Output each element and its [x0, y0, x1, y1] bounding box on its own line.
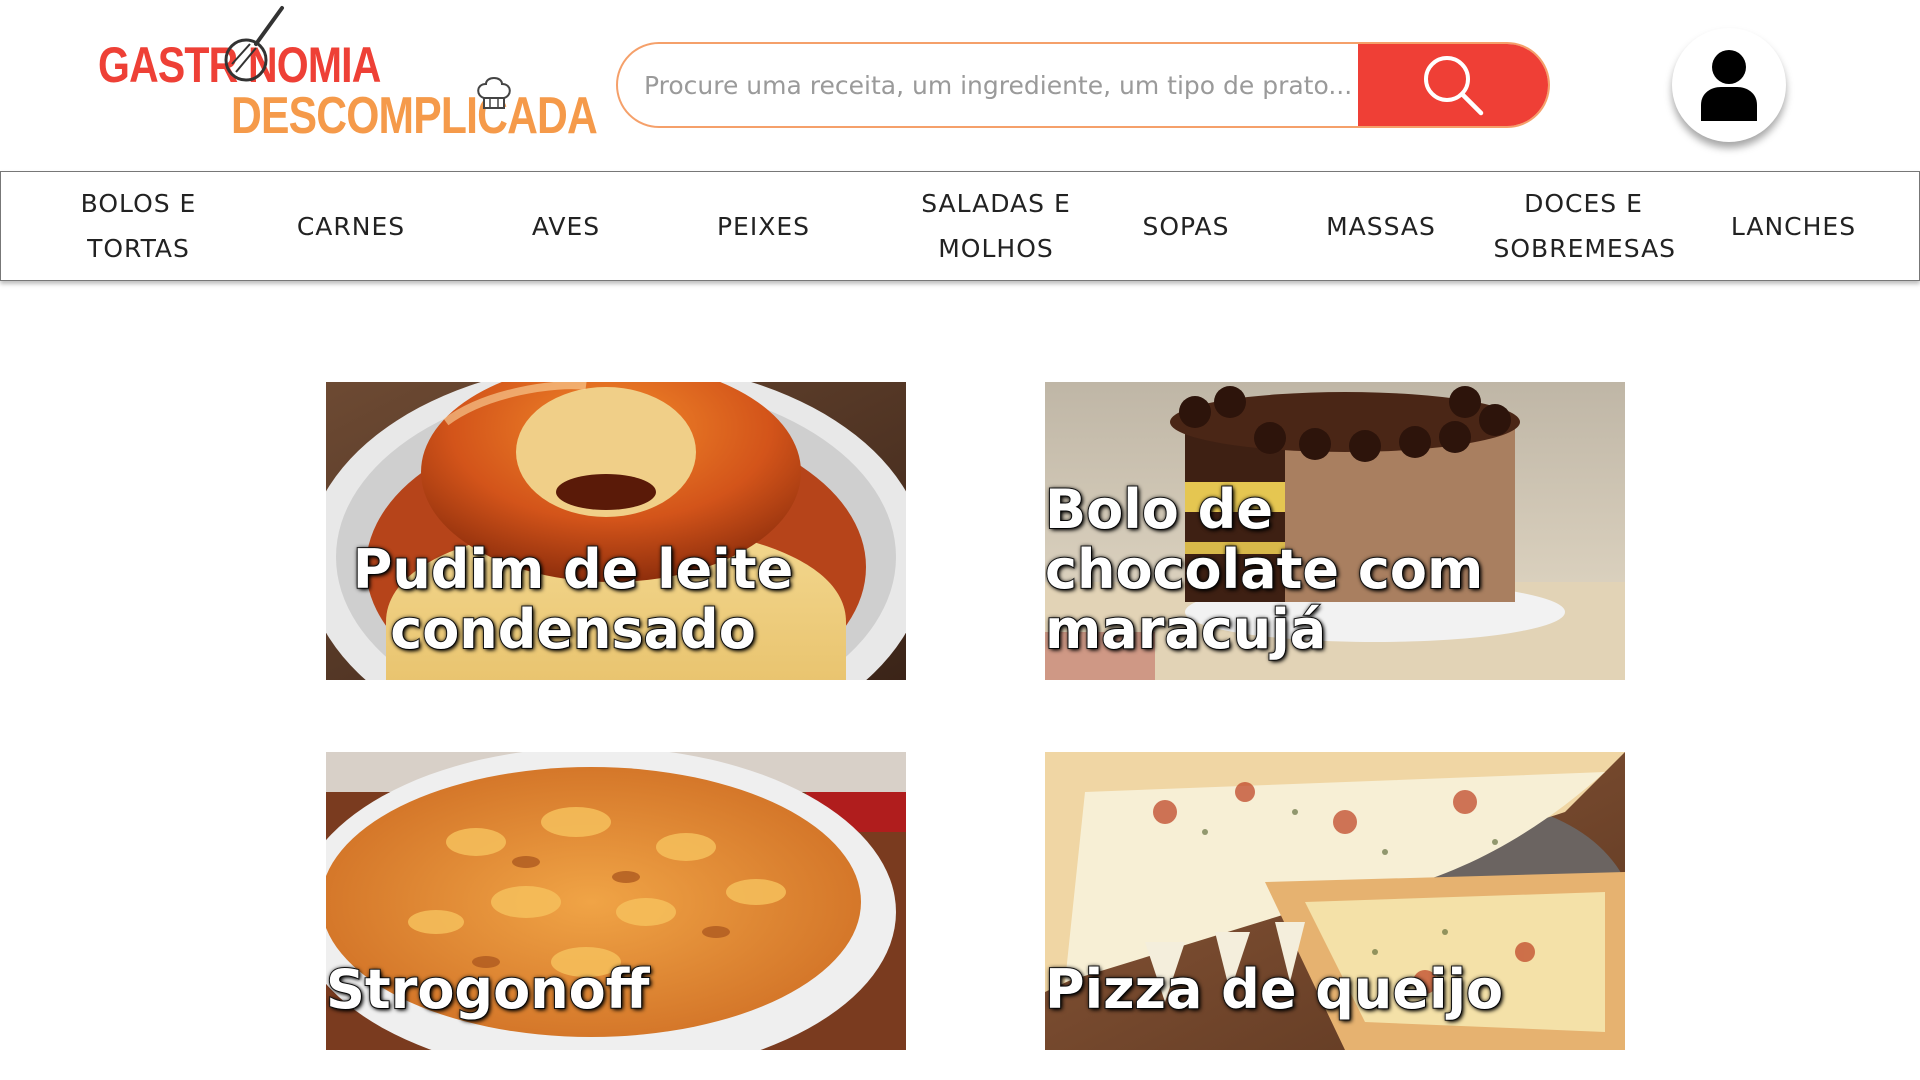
recipe-card[interactable]: Strogonoff — [326, 752, 906, 1050]
user-account-button[interactable] — [1672, 28, 1786, 142]
recipe-card[interactable]: Pudim de leite condensado — [326, 382, 906, 680]
recipe-card[interactable]: Bolo de chocolate com maracujá — [1045, 382, 1625, 680]
nav-item-label: PEIXES — [716, 211, 811, 241]
search-button[interactable] — [1358, 44, 1548, 126]
frying-pan-icon — [224, 6, 284, 82]
site-logo[interactable]: GASTR NOMIA DESCOMPLICADA — [98, 4, 598, 145]
nav-item-peixes[interactable]: PEIXES — [691, 172, 836, 280]
site-header: GASTR NOMIA DESCOMPLICADA — [0, 0, 1920, 170]
logo-line-2: DESCOMPLICADA — [231, 87, 598, 145]
nav-item-aves[interactable]: AVES — [491, 172, 641, 280]
nav-item-label: DOCES E SOBREMESAS — [1493, 189, 1677, 263]
nav-item-label: CARNES — [296, 211, 406, 241]
recipe-title: Bolo de chocolate com maracujá — [1045, 478, 1484, 661]
nav-item-carnes[interactable]: CARNES — [271, 172, 431, 280]
nav-item-doces-e-sobremesas[interactable]: DOCES E SOBREMESAS — [1481, 172, 1686, 280]
category-nav: BOLOS E TORTAS CARNES AVES PEIXES SALADA… — [0, 171, 1920, 281]
search-input[interactable] — [618, 44, 1360, 126]
nav-item-label: MASSAS — [1326, 211, 1436, 241]
nav-item-label: SALADAS E MOLHOS — [921, 189, 1071, 263]
nav-item-label: BOLOS E TORTAS — [80, 189, 197, 263]
search-icon — [1424, 56, 1484, 116]
recipe-card[interactable]: Pizza de queijo — [1045, 752, 1625, 1050]
nav-item-saladas-e-molhos[interactable]: SALADAS E MOLHOS — [901, 172, 1091, 280]
nav-item-label: AVES — [531, 211, 601, 241]
nav-item-label: LANCHES — [1730, 211, 1857, 241]
nav-item-lanches[interactable]: LANCHES — [1716, 172, 1871, 280]
search-bar — [616, 42, 1550, 128]
nav-item-sopas[interactable]: SOPAS — [1111, 172, 1261, 280]
recipe-title: Strogonoff — [326, 958, 650, 1021]
user-icon — [1701, 50, 1757, 121]
nav-item-massas[interactable]: MASSAS — [1301, 172, 1461, 280]
nav-item-bolos-e-tortas[interactable]: BOLOS E TORTAS — [41, 172, 236, 280]
chef-hat-icon — [477, 77, 511, 109]
nav-item-label: SOPAS — [1142, 211, 1230, 241]
recipe-title: Pizza de queijo — [1045, 958, 1504, 1021]
recipe-title: Pudim de leite condensado — [352, 538, 794, 661]
